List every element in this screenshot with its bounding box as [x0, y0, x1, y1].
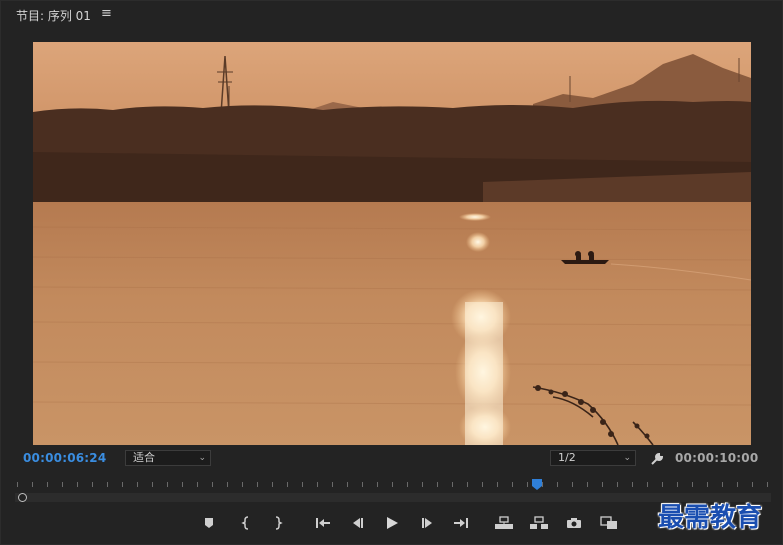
camera-icon	[567, 518, 581, 528]
step-back-icon	[353, 518, 363, 528]
export-frame-button[interactable]	[564, 514, 584, 532]
ruler-tick	[347, 482, 348, 487]
ruler-tick	[497, 482, 498, 487]
playhead[interactable]	[532, 479, 542, 490]
play-icon	[387, 517, 398, 529]
mark-out-icon	[275, 516, 283, 530]
ruler-tick	[572, 482, 573, 487]
compare-icon	[600, 516, 617, 529]
ruler-tick	[257, 482, 258, 487]
ruler-tick	[302, 482, 303, 487]
ruler-tick	[467, 482, 468, 487]
ruler-tick	[482, 482, 483, 487]
sunset-lake-image	[33, 42, 751, 445]
ruler-tick	[227, 482, 228, 487]
ruler-tick	[452, 482, 453, 487]
ruler-tick	[332, 482, 333, 487]
mark-in-icon	[241, 516, 249, 530]
go-to-in-button[interactable]	[313, 514, 333, 532]
ruler-tick	[182, 482, 183, 487]
add-marker-button[interactable]	[199, 514, 219, 532]
ruler-tick	[722, 482, 723, 487]
program-monitor-panel: 节目: 序列 01 ≡ 00:00:06:24 适合 ⌄ 1/2 ⌄ 00:00…	[0, 0, 783, 545]
lift-icon	[495, 516, 513, 529]
ruler-tick	[272, 482, 273, 487]
ruler-tick	[527, 482, 528, 487]
ruler-tick	[242, 482, 243, 487]
zoom-select-value: 适合	[133, 451, 155, 464]
extract-icon	[530, 516, 548, 529]
wrench-icon[interactable]	[649, 451, 665, 467]
mark-in-button[interactable]	[236, 514, 256, 532]
ruler-tick	[587, 482, 588, 487]
ruler-tick	[707, 482, 708, 487]
ruler-tick	[62, 482, 63, 487]
marker-icon	[205, 518, 213, 528]
go-to-out-button[interactable]	[451, 514, 471, 532]
ruler-tick	[632, 482, 633, 487]
go-to-out-icon	[454, 518, 468, 528]
resolution-select-value: 1/2	[558, 451, 576, 464]
ruler-tick	[422, 482, 423, 487]
hamburger-menu-icon[interactable]: ≡	[101, 6, 112, 21]
video-frame	[33, 42, 751, 445]
ruler-tick	[362, 482, 363, 487]
ruler-tick	[662, 482, 663, 487]
ruler-tick	[17, 482, 18, 487]
ruler-tick	[47, 482, 48, 487]
ruler-tick	[392, 482, 393, 487]
ruler-tick	[692, 482, 693, 487]
ruler-tick	[287, 482, 288, 487]
watermark: 最需教育	[658, 503, 763, 533]
ruler-tick	[167, 482, 168, 487]
panel-header: 节目: 序列 01 ≡	[1, 1, 783, 29]
ruler-tick	[377, 482, 378, 487]
resolution-select[interactable]: 1/2 ⌄	[550, 450, 636, 466]
lift-button[interactable]	[494, 514, 514, 532]
play-button[interactable]	[382, 514, 402, 532]
zoom-select[interactable]: 适合 ⌄	[125, 450, 211, 466]
chevron-down-icon: ⌄	[198, 453, 206, 463]
extract-button[interactable]	[529, 514, 549, 532]
current-timecode[interactable]: 00:00:06:24	[23, 451, 106, 465]
ruler-tick	[92, 482, 93, 487]
ruler-tick	[602, 482, 603, 487]
step-forward-icon	[422, 518, 432, 528]
mark-out-button[interactable]	[268, 514, 288, 532]
ruler-tick	[137, 482, 138, 487]
ruler-tick	[107, 482, 108, 487]
ruler-tick	[152, 482, 153, 487]
ruler-tick	[542, 482, 543, 487]
in-point-handle[interactable]	[18, 493, 27, 502]
ruler-tick	[512, 482, 513, 487]
ruler-tick	[767, 482, 768, 487]
compare-view-button[interactable]	[599, 514, 619, 532]
ruler-tick	[617, 482, 618, 487]
viewer-info-bar: 00:00:06:24 适合 ⌄ 1/2 ⌄ 00:00:10:00	[1, 447, 783, 471]
go-to-in-icon	[316, 518, 330, 528]
step-forward-button[interactable]	[418, 514, 438, 532]
ruler-tick	[212, 482, 213, 487]
panel-title[interactable]: 节目: 序列 01	[16, 7, 91, 24]
ruler-tick	[77, 482, 78, 487]
ruler-tick	[437, 482, 438, 487]
duration-timecode: 00:00:10:00	[675, 451, 759, 465]
ruler-tick	[197, 482, 198, 487]
ruler-tick	[737, 482, 738, 487]
ruler-tick	[557, 482, 558, 487]
ruler-tick	[407, 482, 408, 487]
ruler-tick	[122, 482, 123, 487]
step-back-button[interactable]	[347, 514, 367, 532]
ruler-tick	[317, 482, 318, 487]
chevron-down-icon: ⌄	[623, 453, 631, 463]
ruler-tick	[647, 482, 648, 487]
ruler-tick	[677, 482, 678, 487]
ruler-tick	[32, 482, 33, 487]
ruler-tick	[752, 482, 753, 487]
